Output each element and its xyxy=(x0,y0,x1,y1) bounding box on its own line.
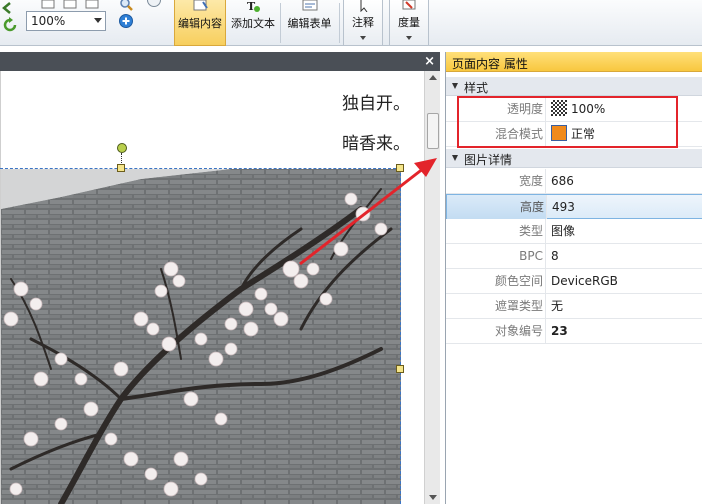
toolbar-divider xyxy=(339,3,340,43)
edit-form-label: 编辑表单 xyxy=(287,17,332,30)
property-value: 无 xyxy=(551,299,564,313)
ruler-icon xyxy=(402,0,416,10)
property-label: 对象编号 xyxy=(446,319,546,343)
scroll-thumb[interactable] xyxy=(427,113,439,149)
edit-content-label: 编辑内容 xyxy=(178,17,222,30)
document-tab-bar: × xyxy=(0,52,440,71)
property-label: 颜色空间 xyxy=(446,269,546,293)
property-row-type[interactable]: 类型 图像 xyxy=(446,219,702,244)
edit-form-icon xyxy=(302,0,317,11)
panel-title: 页面内容 属性 xyxy=(452,57,528,71)
document-canvas[interactable]: 独自开。 暗香来。 xyxy=(0,71,424,504)
property-label: 宽度 xyxy=(446,169,546,193)
refresh-icon[interactable] xyxy=(2,17,18,33)
resize-handle-top[interactable] xyxy=(117,164,125,172)
category-label: 图片详情 xyxy=(464,153,513,167)
rotate-handle[interactable] xyxy=(117,143,127,153)
edit-content-button[interactable]: 编辑内容 xyxy=(174,0,226,46)
property-value: 686 xyxy=(551,174,574,188)
property-value: 图像 xyxy=(551,224,576,238)
poem-line: 独自开。 xyxy=(342,94,410,114)
collapse-triangle-icon[interactable] xyxy=(452,83,458,89)
property-row-width[interactable]: 宽度 686 xyxy=(446,169,702,194)
scroll-up-icon[interactable] xyxy=(429,75,437,80)
resize-handle-right[interactable] xyxy=(396,365,404,373)
chevron-down-icon xyxy=(360,36,366,40)
cursor-icon xyxy=(360,0,368,12)
highlight-box xyxy=(457,96,678,148)
add-text-label: 添加文本 xyxy=(231,17,275,30)
selection-border xyxy=(400,168,401,504)
category-image-details[interactable]: 图片详情 xyxy=(446,149,702,168)
category-style[interactable]: 样式 xyxy=(446,77,702,96)
property-row-bpc[interactable]: BPC 8 xyxy=(446,244,702,269)
back-icon[interactable] xyxy=(0,0,16,16)
poem-line: 暗香来。 xyxy=(342,134,410,154)
collapse-triangle-icon[interactable] xyxy=(452,155,458,161)
chevron-down-icon xyxy=(406,36,412,40)
annotate-label: 注释 xyxy=(352,16,374,29)
property-label: 类型 xyxy=(446,219,546,243)
category-label: 样式 xyxy=(464,81,489,95)
document-scrollbar[interactable] xyxy=(424,71,440,504)
measure-label: 度量 xyxy=(398,16,420,29)
property-value: DeviceRGB xyxy=(551,274,618,288)
property-row-object-number[interactable]: 对象编号 23 xyxy=(446,319,702,344)
edit-form-button[interactable]: 编辑表单 xyxy=(283,0,336,46)
selection-border xyxy=(0,168,401,169)
selected-image[interactable] xyxy=(1,169,401,504)
circle-button-icon[interactable] xyxy=(146,0,162,8)
scroll-down-icon[interactable] xyxy=(429,495,437,500)
measure-dropdown-button[interactable]: 度量 xyxy=(389,0,429,46)
panel-title-bar: 页面内容 属性 xyxy=(446,52,702,72)
add-text-button[interactable]: T 添加文本 xyxy=(228,0,278,46)
plum-blossom-photo xyxy=(1,169,401,504)
ribbon-toolbar: 100% 编辑内容 T 添加文本 编辑表单 注释 度量 xyxy=(0,0,702,46)
zoom-dropdown[interactable]: 100% xyxy=(26,11,106,31)
property-row-height[interactable]: 高度 493 xyxy=(446,194,702,219)
chevron-down-icon[interactable] xyxy=(94,18,102,23)
toolbar-divider xyxy=(280,3,281,43)
property-label: 遮罩类型 xyxy=(446,294,546,318)
property-row-color-space[interactable]: 颜色空间 DeviceRGB xyxy=(446,269,702,294)
annotate-dropdown-button[interactable]: 注释 xyxy=(343,0,383,46)
property-label: 高度 xyxy=(447,195,547,219)
resize-handle-top-right[interactable] xyxy=(396,164,404,172)
zoom-value: 100% xyxy=(31,14,66,28)
zoom-in-icon[interactable] xyxy=(118,13,134,29)
add-text-icon: T xyxy=(247,0,260,12)
property-value: 23 xyxy=(551,324,568,338)
property-row-mask-type[interactable]: 遮罩类型 无 xyxy=(446,294,702,319)
property-value: 8 xyxy=(551,249,559,263)
close-icon[interactable]: × xyxy=(424,54,435,69)
property-value: 493 xyxy=(552,200,575,214)
edit-content-icon xyxy=(193,0,208,11)
property-label: BPC xyxy=(446,244,546,268)
